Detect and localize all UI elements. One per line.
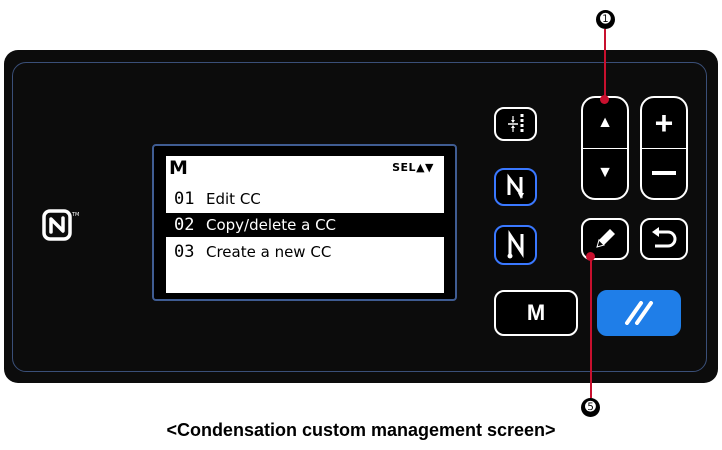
reset-icon bbox=[625, 301, 653, 325]
menu-item-number: 02 bbox=[174, 215, 195, 235]
callout-1-line bbox=[604, 29, 606, 100]
plus-icon: + bbox=[654, 105, 674, 141]
callout-1-dot bbox=[600, 95, 609, 104]
pencil-icon bbox=[596, 229, 615, 248]
minus-button[interactable] bbox=[642, 148, 686, 198]
normal-feed-button[interactable] bbox=[494, 225, 537, 265]
callout-1-badge: ➊ bbox=[596, 10, 615, 29]
reverse-feed-icon bbox=[507, 173, 524, 199]
svg-text:TM: TM bbox=[71, 212, 79, 218]
down-button[interactable]: ▼ bbox=[583, 148, 627, 198]
down-arrow-icon: ▼ bbox=[597, 164, 613, 181]
lcd-screen: M SEL▲▼ 01 Edit CC 02 Copy/delete a CC 0… bbox=[166, 156, 444, 293]
select-updown-button[interactable]: ▲ ▼ bbox=[581, 96, 629, 200]
return-icon bbox=[652, 227, 677, 248]
sel-indicator: SEL▲▼ bbox=[392, 161, 434, 174]
screen-caption: <Condensation custom management screen> bbox=[166, 420, 556, 440]
reverse-feed-button[interactable] bbox=[494, 168, 537, 206]
return-button[interactable] bbox=[640, 218, 688, 260]
stitch-point-icon bbox=[507, 114, 523, 134]
normal-feed-icon bbox=[507, 230, 523, 259]
plus-button[interactable]: + bbox=[642, 98, 686, 149]
callout-5-badge: ➎ bbox=[581, 398, 600, 417]
minus-icon bbox=[652, 171, 676, 175]
lcd-display: M SEL▲▼ 01 Edit CC 02 Copy/delete a CC 0… bbox=[152, 144, 457, 301]
screen-title: M bbox=[169, 157, 188, 179]
menu-item-number: 03 bbox=[174, 242, 195, 262]
reset-button[interactable] bbox=[597, 290, 681, 336]
nfc-icon: TM bbox=[40, 205, 80, 245]
mode-button-label: M bbox=[526, 300, 546, 325]
menu-item-label: Copy/delete a CC bbox=[206, 216, 337, 234]
menu-item-edit-cc[interactable]: 01 Edit CC bbox=[166, 187, 444, 211]
menu-item-number: 01 bbox=[174, 189, 195, 209]
up-arrow-icon: ▲ bbox=[597, 114, 613, 131]
menu-item-label: Create a new CC bbox=[206, 243, 332, 261]
plus-minus-button[interactable]: + bbox=[640, 96, 688, 200]
menu-item-create-new-cc[interactable]: 03 Create a new CC bbox=[166, 240, 444, 264]
callout-5-line bbox=[590, 257, 592, 398]
stitch-point-button[interactable] bbox=[494, 107, 537, 141]
menu-item-label: Edit CC bbox=[206, 190, 261, 208]
mode-button[interactable]: M bbox=[494, 290, 578, 336]
up-button[interactable]: ▲ bbox=[583, 98, 627, 149]
menu-item-copy-delete-cc[interactable]: 02 Copy/delete a CC bbox=[166, 213, 444, 237]
